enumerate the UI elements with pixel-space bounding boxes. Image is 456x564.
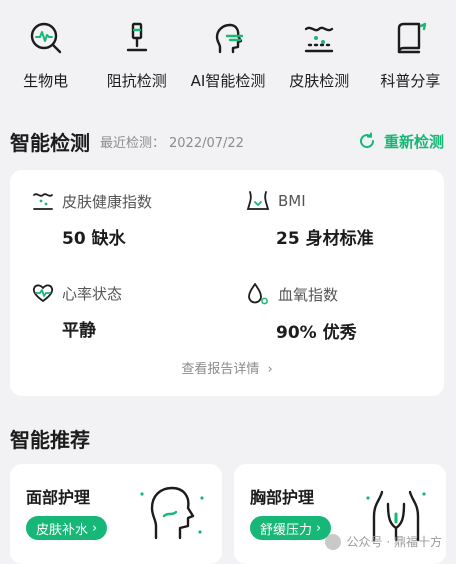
blood-oxygen-icon — [248, 283, 268, 305]
quick-nav-label: AI智能检测 — [190, 72, 266, 90]
metric-heart-rate: 心率状态 平静 — [32, 282, 232, 341]
health-metrics-card: 皮肤健康指数 50 缺水 BMI 25 身材标准 心率状态 平静 血氧指数 90… — [10, 170, 444, 396]
watermark: 公众号 · 鼎福十方 — [324, 533, 442, 550]
recommend-tag-button[interactable]: 舒缓压力 › — [250, 516, 332, 540]
recommend-header: 智能推荐 — [10, 423, 444, 453]
recommend-card-title: 胸部护理 — [250, 488, 315, 507]
quick-nav-label: 皮肤检测 — [289, 72, 350, 90]
quick-nav: 生物电 阻抗检测 AI智能检测 皮肤检测 科普分享 — [0, 18, 456, 98]
body-shape-icon — [246, 191, 270, 210]
metric-label: 皮肤健康指数 — [62, 192, 153, 211]
quick-nav-science-share[interactable]: 科普分享 — [365, 18, 456, 98]
face-profile-icon — [140, 486, 204, 540]
quick-nav-ai-check[interactable]: AI智能检测 — [182, 18, 273, 98]
recommend-tag-button[interactable]: 皮肤补水 › — [26, 516, 108, 540]
wechat-account-icon — [324, 533, 341, 550]
smart-check-header: 智能检测 最近检测： 2022/07/22 重新检测 — [10, 126, 444, 156]
recommend-tag-label: 舒缓压力 — [260, 522, 313, 538]
chevron-right-icon: › — [316, 520, 322, 536]
quick-nav-label: 阻抗检测 — [106, 72, 167, 90]
last-check-info: 最近检测： 2022/07/22 — [100, 132, 244, 151]
quick-nav-impedance[interactable]: 阻抗检测 — [91, 18, 182, 98]
metric-value: 50 缺水 — [62, 229, 126, 249]
recommend-tag-label: 皮肤补水 — [36, 522, 89, 538]
book-icon — [390, 18, 430, 58]
chevron-right-icon: › — [92, 520, 98, 536]
skin-health-icon — [33, 193, 53, 210]
recommend-card-face[interactable]: 面部护理 皮肤补水 › — [10, 464, 222, 564]
recommend-card-title: 面部护理 — [26, 488, 91, 507]
heart-rate-icon — [32, 284, 54, 302]
refresh-icon — [360, 132, 374, 149]
rescan-label: 重新检测 — [383, 132, 444, 151]
metric-label: BMI — [278, 192, 306, 210]
metric-skin-health: 皮肤健康指数 50 缺水 — [32, 190, 232, 249]
rescan-button[interactable]: 重新检测 — [358, 131, 444, 152]
metric-label: 心率状态 — [62, 284, 123, 303]
metric-value: 25 身材标准 — [276, 229, 374, 249]
quick-nav-skin-check[interactable]: 皮肤检测 — [274, 18, 365, 98]
metric-label: 血氧指数 — [278, 285, 339, 304]
quick-nav-label: 生物电 — [23, 72, 69, 90]
metric-bmi: BMI 25 身材标准 — [246, 190, 446, 249]
quick-nav-bioelectric[interactable]: 生物电 — [0, 18, 91, 98]
metric-blood-oxygen: 血氧指数 90% 优秀 — [246, 282, 446, 343]
section-title: 智能推荐 — [10, 427, 90, 452]
view-report-link[interactable]: 查看报告详情 › — [10, 358, 444, 377]
skin-layers-icon — [299, 18, 339, 58]
last-check-label: 最近检测： — [100, 135, 166, 151]
chevron-right-icon: › — [267, 362, 273, 377]
view-report-label: 查看报告详情 — [181, 362, 260, 377]
section-title: 智能检测 — [10, 130, 90, 155]
watermark-text: 公众号 · 鼎福十方 — [346, 535, 442, 549]
metric-value: 平静 — [62, 321, 96, 341]
bioelectric-icon — [26, 18, 66, 58]
quick-nav-label: 科普分享 — [380, 72, 441, 90]
metric-value: 90% 优秀 — [276, 323, 357, 343]
last-check-date: 2022/07/22 — [169, 135, 244, 151]
ai-face-scan-icon — [208, 18, 248, 58]
impedance-probe-icon — [117, 18, 157, 58]
